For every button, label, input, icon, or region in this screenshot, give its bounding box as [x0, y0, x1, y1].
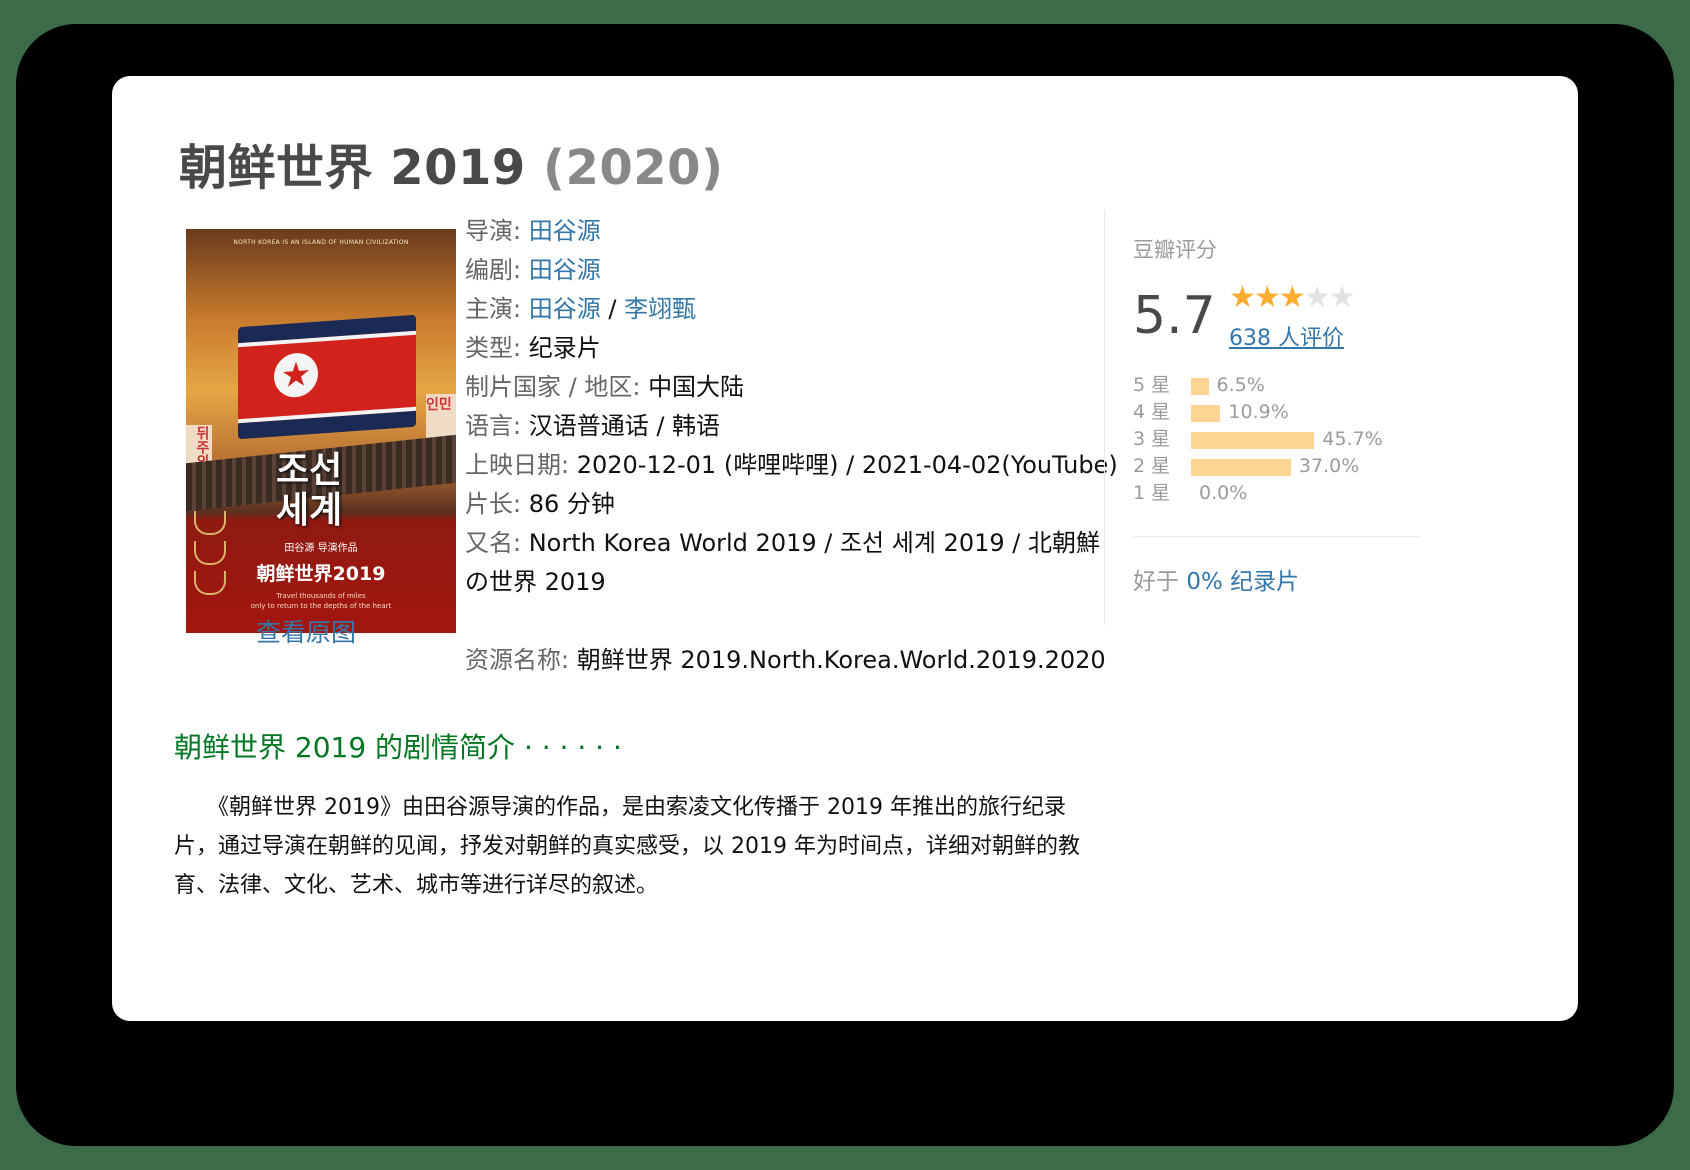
director-link[interactable]: 田谷源 [529, 217, 601, 245]
movie-card: 朝鲜世界 2019 (2020) NORTH KOREA IS AN ISLAN… [112, 76, 1578, 1021]
rating-row: 3 星 45.7% [1133, 426, 1423, 453]
poster-flag: ★ [238, 314, 416, 440]
poster-cn-title: 朝鲜世界2019 [256, 563, 386, 585]
better-than: 好于 0% 纪录片 [1133, 569, 1300, 595]
rating-row-label: 2 星 [1133, 455, 1171, 477]
rating-row: 1 星 0.0% [1133, 480, 1423, 507]
writer-link[interactable]: 田谷源 [529, 256, 601, 284]
rating-row-percent: 6.5% [1216, 374, 1265, 396]
synopsis-title: 朝鲜世界 2019 的剧情简介 · · · · · · [174, 731, 622, 764]
poster-director-credit: 田谷源 导演作品 [284, 543, 358, 554]
rating-bar [1191, 405, 1221, 422]
poster-korean-title: 조선 세계 [276, 450, 343, 531]
info-genre: 类型: 纪录片 [465, 334, 601, 362]
info-runtime: 片长: 86 分钟 [465, 490, 615, 518]
info-director: 导演: 田谷源 [465, 217, 601, 245]
rating-row-label: 4 星 [1133, 401, 1171, 423]
poster-tagline: Travel thousands of miles only to return… [250, 592, 392, 610]
star-icon: ★ [1253, 280, 1281, 315]
movie-title: 朝鲜世界 2019 [179, 140, 526, 196]
movie-poster[interactable]: NORTH KOREA IS AN ISLAND OF HUMAN CIVILI… [186, 229, 456, 633]
rating-row-percent: 0.0% [1199, 482, 1248, 504]
info-release-date: 上映日期: 2020-12-01 (哔哩哔哩) / 2021-04-02(You… [465, 451, 1118, 479]
cast-link[interactable]: 李翊甄 [624, 295, 696, 323]
rating-row-label: 1 星 [1133, 482, 1171, 504]
info-resource: 资源名称: 朝鲜世界 2019.North.Korea.World.2019.2… [465, 646, 1106, 674]
rating-score: 5.7 [1133, 286, 1216, 346]
rating-bar [1191, 378, 1209, 395]
view-original-link[interactable]: 查看原图 [256, 613, 356, 649]
movie-year: (2020) [543, 140, 724, 196]
divider [1133, 536, 1421, 537]
better-than-link[interactable]: 0% 纪录片 [1186, 569, 1299, 595]
rating-row: 5 星 6.5% [1133, 372, 1423, 399]
page-title: 朝鲜世界 2019 (2020) [179, 128, 724, 198]
rating-row-label: 5 星 [1133, 374, 1171, 396]
synopsis-body: 《朝鲜世界 2019》由田谷源导演的作品，是由索凌文化传播于 2019 年推出的… [174, 795, 1080, 898]
star-icon: ★ [1303, 280, 1331, 315]
rating-distribution: 5 星 6.5% 4 星 10.9% 3 星 45.7% 2 星 37.0% 1 星 0.0% [1133, 372, 1423, 507]
rating-row: 2 星 37.0% [1133, 453, 1423, 480]
rating-count-link[interactable]: 638 人评价 [1229, 320, 1344, 352]
star-icon: ★ [1229, 280, 1256, 315]
movie-info: 导演: 田谷源 编剧: 田谷源 主演: 田谷源 / 李翊甄 类型: 纪录片 制片… [465, 212, 1118, 680]
star-icon: ★ [1328, 280, 1356, 315]
laurels-icon [194, 511, 230, 601]
rating-row-percent: 37.0% [1298, 455, 1360, 477]
rating-bar [1191, 459, 1291, 476]
rating-row-percent: 45.7% [1322, 428, 1383, 450]
info-aka: 又名: North Korea World 2019 / 조선 세계 2019 … [465, 529, 1100, 596]
cast-link[interactable]: 田谷源 [529, 295, 601, 323]
rating-row: 4 星 10.9% [1133, 399, 1423, 426]
poster-top-line: NORTH KOREA IS AN ISLAND OF HUMAN CIVILI… [233, 239, 409, 246]
info-language: 语言: 汉语普通话 / 韩语 [465, 412, 721, 440]
rating-bar [1191, 432, 1315, 449]
info-writer: 编剧: 田谷源 [465, 256, 601, 284]
rating-row-percent: 10.9% [1228, 401, 1289, 423]
rating-header: 豆瓣评分 [1133, 238, 1217, 262]
rating-panel: 豆瓣评分 5.7 ★★★★★ 638 人评价 5 星 6.5% 4 星 10.9% 3 … [1104, 210, 1451, 625]
info-cast: 主演: 田谷源 / 李翊甄 [465, 295, 697, 323]
star-icon: ★ [1278, 280, 1306, 315]
rating-stars: ★★★★★ [1229, 280, 1356, 315]
info-country: 制片国家 / 地区: 中国大陆 [465, 373, 745, 401]
rating-row-label: 3 星 [1133, 428, 1171, 450]
